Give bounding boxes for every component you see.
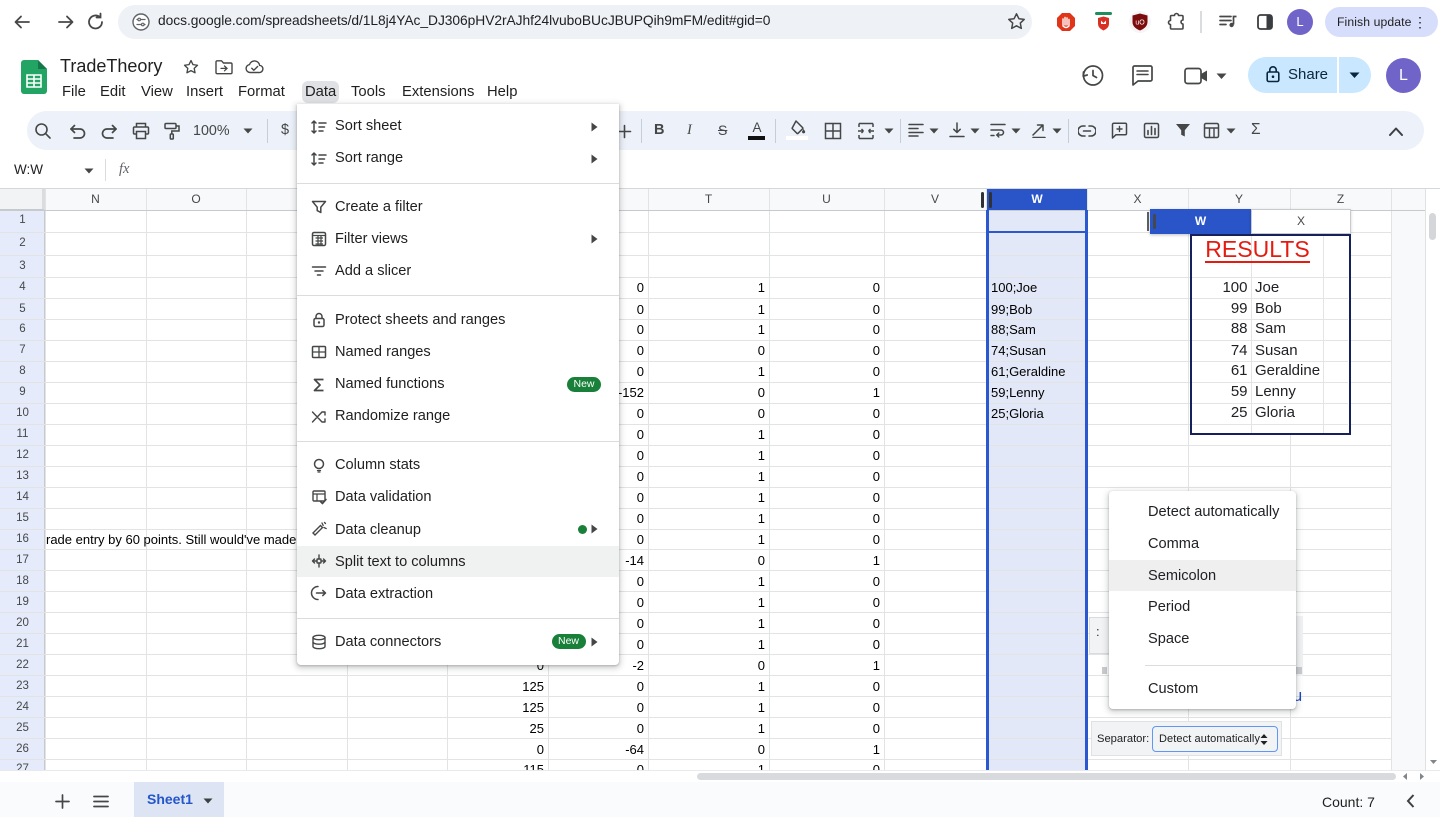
svg-text:uO: uO bbox=[1135, 20, 1145, 27]
